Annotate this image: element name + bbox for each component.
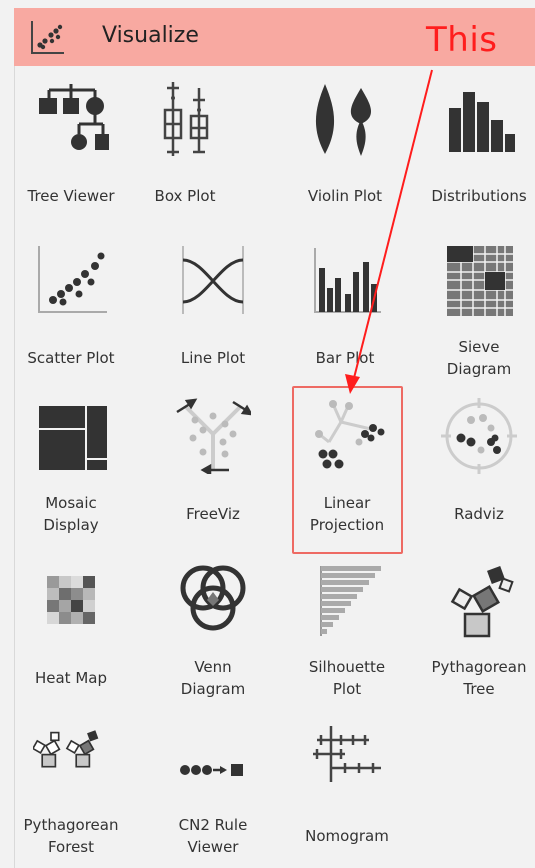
widget-radviz[interactable]: Radviz [422, 390, 535, 546]
widget-mosaic-display[interactable]: Mosaic Display [14, 390, 128, 546]
widget-label: Bar Plot [315, 349, 375, 367]
widget-label: Sieve Diagram [446, 338, 512, 378]
widget-label: CN2 Rule Viewer [178, 816, 248, 856]
scatter-plot-icon [38, 246, 107, 313]
widget-tree-viewer[interactable]: Tree Viewer [14, 72, 128, 228]
tree-viewer-icon [39, 84, 109, 150]
widget-label: Violin Plot [307, 187, 383, 205]
sieve-diagram-icon [447, 246, 513, 316]
heat-map-icon [47, 576, 95, 624]
pythagorean-forest-icon [33, 730, 99, 768]
widget-sieve-diagram[interactable]: Sieve Diagram [422, 234, 535, 390]
widget-label: Venn Diagram [180, 658, 246, 698]
widget-box-plot[interactable]: Box Plot [128, 72, 242, 228]
venn-diagram-icon [180, 565, 246, 631]
violin-plot-icon [315, 84, 372, 156]
widget-silhouette-plot[interactable]: Silhouette Plot [290, 554, 404, 710]
widget-label: Box Plot [154, 187, 216, 205]
line-plot-icon [182, 246, 244, 314]
silhouette-plot-icon [320, 566, 381, 636]
pythagorean-tree-icon [450, 566, 514, 638]
box-plot-icon [163, 82, 209, 156]
widget-distributions[interactable]: Distributions [422, 72, 535, 228]
widget-cn2-rule-viewer[interactable]: CN2 Rule Viewer [156, 712, 270, 868]
annotation-text: This [426, 20, 498, 60]
mosaic-display-icon [39, 406, 107, 470]
freeviz-icon [176, 398, 251, 474]
widget-label: Nomogram [305, 827, 389, 845]
widget-label: Distributions [431, 187, 527, 205]
widget-heat-map[interactable]: Heat Map [14, 554, 128, 710]
widget-label: Scatter Plot [27, 349, 115, 367]
scatter-plot-icon [31, 21, 64, 54]
widget-venn-diagram[interactable]: Venn Diagram [156, 554, 270, 710]
widget-label: Radviz [454, 505, 504, 523]
widget-scatter-plot[interactable]: Scatter Plot [14, 234, 128, 390]
widget-pythagorean-forest[interactable]: Pythagorean Forest [14, 712, 128, 868]
widget-label: Tree Viewer [27, 187, 115, 205]
widget-label: Silhouette Plot [308, 658, 386, 698]
widget-label: Mosaic Display [43, 494, 99, 534]
nomogram-icon [313, 726, 381, 782]
widget-bar-plot[interactable]: Bar Plot [288, 234, 402, 390]
bar-plot-icon [314, 248, 381, 313]
cn2-rule-viewer-icon [180, 764, 243, 776]
widget-label: Heat Map [34, 669, 107, 687]
widget-label: Line Plot [180, 349, 246, 367]
widget-violin-plot[interactable]: Violin Plot [288, 72, 402, 228]
widget-label: Pythagorean Forest [23, 816, 119, 856]
widget-nomogram[interactable]: Nomogram [290, 712, 404, 868]
widget-label: Pythagorean Tree [431, 658, 527, 698]
category-title: Visualize [102, 23, 199, 48]
widget-pythagorean-tree[interactable]: Pythagorean Tree [422, 554, 535, 710]
radviz-icon [441, 398, 517, 474]
widget-freeviz[interactable]: FreeViz [156, 390, 270, 546]
widget-line-plot[interactable]: Line Plot [156, 234, 270, 390]
widget-label: FreeViz [186, 505, 240, 523]
distributions-icon [449, 92, 515, 152]
selection-highlight [292, 386, 403, 554]
